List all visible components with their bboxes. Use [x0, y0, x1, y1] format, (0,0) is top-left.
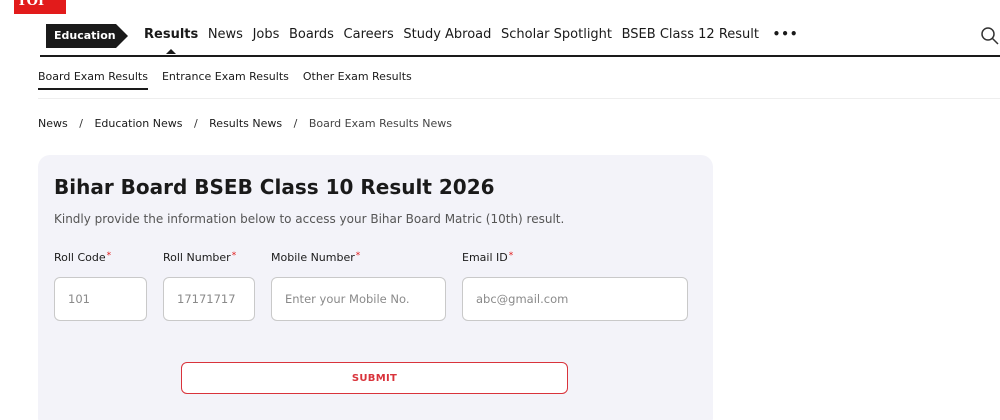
nav-item-jobs[interactable]: Jobs [253, 27, 280, 42]
nav-item-study-abroad[interactable]: Study Abroad [403, 27, 491, 42]
subnav-entrance-exam-results[interactable]: Entrance Exam Results [162, 70, 289, 90]
subnav-divider [38, 98, 1000, 99]
nav-item-boards[interactable]: Boards [289, 27, 334, 42]
nav-item-careers[interactable]: Careers [344, 27, 394, 42]
breadcrumb-results-news[interactable]: Results News [209, 117, 282, 130]
nav-item-news[interactable]: News [208, 27, 243, 42]
search-icon[interactable] [980, 26, 1000, 46]
sub-navigation: Board Exam Results Entrance Exam Results… [38, 70, 412, 90]
nav-item-results[interactable]: Results [144, 27, 198, 54]
breadcrumb-separator: / [193, 117, 198, 130]
mobile-number-label: Mobile Number* [271, 251, 361, 264]
section-tag-education[interactable]: Education [46, 24, 128, 48]
email-input[interactable] [462, 277, 688, 321]
email-id-label: Email ID* [462, 251, 514, 264]
form-subtitle: Kindly provide the information below to … [54, 212, 565, 226]
top-navigation: Education Results News Jobs Boards Caree… [40, 22, 1000, 57]
subnav-board-exam-results[interactable]: Board Exam Results [38, 70, 148, 90]
breadcrumb-separator: / [293, 117, 298, 130]
nav-item-scholar-spotlight[interactable]: Scholar Spotlight [501, 27, 612, 42]
roll-code-label: Roll Code* [54, 251, 112, 264]
more-menu-icon[interactable]: ••• [773, 27, 799, 42]
page-title: Bihar Board BSEB Class 10 Result 2026 [54, 175, 495, 199]
roll-number-input[interactable] [163, 277, 255, 321]
mobile-number-input[interactable] [271, 277, 446, 321]
subnav-other-exam-results[interactable]: Other Exam Results [303, 70, 412, 90]
roll-code-input[interactable] [54, 277, 147, 321]
nav-item-bseb-class-12-result[interactable]: BSEB Class 12 Result [622, 27, 759, 42]
roll-number-label: Roll Number* [163, 251, 237, 264]
site-logo[interactable]: TOI [14, 0, 66, 14]
breadcrumb-current: Board Exam Results News [308, 117, 453, 130]
submit-button[interactable]: SUBMIT [181, 362, 568, 394]
nav-items: Results News Jobs Boards Careers Study A… [144, 27, 799, 54]
result-form-card: Bihar Board BSEB Class 10 Result 2026 Ki… [38, 155, 713, 420]
breadcrumb: News / Education News / Results News / B… [38, 117, 452, 130]
breadcrumb-separator: / [79, 117, 83, 130]
breadcrumb-education-news[interactable]: Education News [94, 117, 182, 130]
breadcrumb-news[interactable]: News [38, 117, 68, 130]
